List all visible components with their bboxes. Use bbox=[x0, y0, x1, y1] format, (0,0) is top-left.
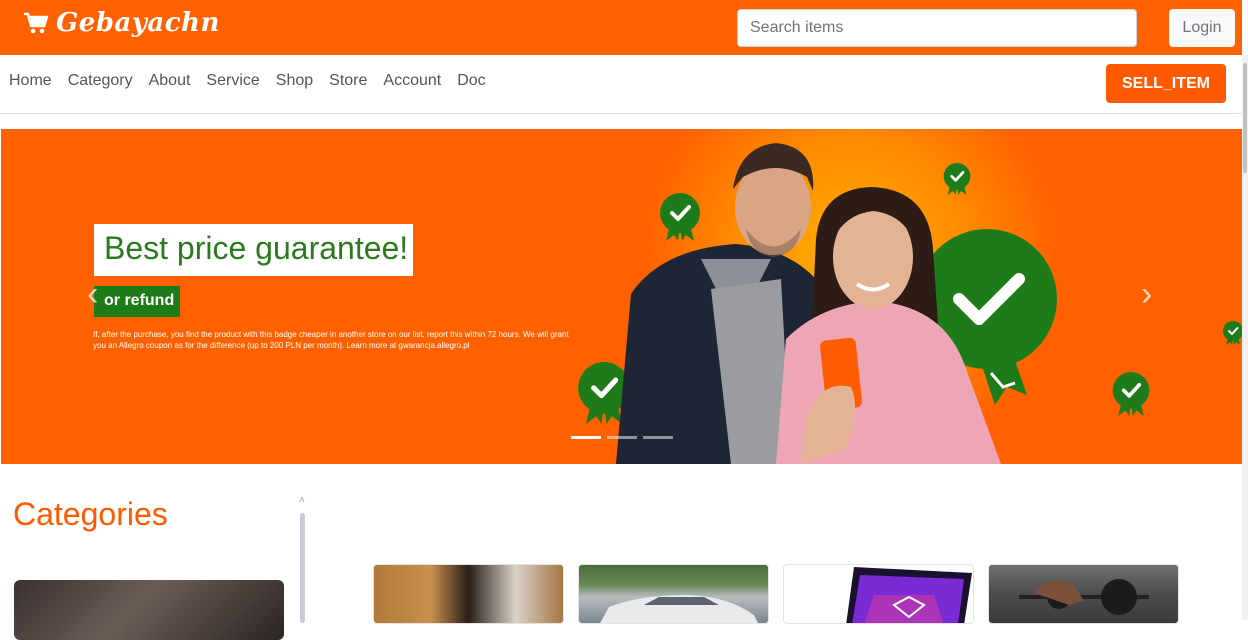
brand-name: Gebayachn bbox=[56, 8, 220, 38]
product-card-image[interactable] bbox=[578, 564, 769, 624]
login-button[interactable]: Login bbox=[1169, 9, 1235, 47]
carousel-indicator-3[interactable] bbox=[643, 436, 673, 439]
nav-link-account[interactable]: Account bbox=[383, 72, 441, 90]
carousel-indicator-1[interactable] bbox=[571, 436, 601, 439]
product-card-image[interactable] bbox=[783, 564, 974, 624]
category-card[interactable] bbox=[14, 580, 284, 640]
nav-link-about[interactable]: About bbox=[149, 72, 191, 90]
brand-logo[interactable]: Gebayachn bbox=[22, 8, 220, 38]
cart-icon bbox=[22, 9, 50, 37]
banner-people-image bbox=[616, 143, 1001, 464]
categories-heading: Categories bbox=[13, 496, 168, 532]
product-card-image[interactable] bbox=[988, 564, 1179, 624]
fitness-image bbox=[1019, 579, 1149, 615]
nav-links: Home Category About Service Shop Store A… bbox=[9, 72, 502, 90]
search-input[interactable] bbox=[737, 9, 1137, 47]
banner-subhead: or refund bbox=[94, 286, 180, 317]
laptop-image bbox=[846, 567, 972, 623]
nav-link-category[interactable]: Category bbox=[68, 72, 133, 90]
nav-link-doc[interactable]: Doc bbox=[457, 72, 485, 90]
check-badge-icon bbox=[1112, 372, 1150, 416]
carousel-indicator-2[interactable] bbox=[607, 436, 637, 439]
page-scrollbar-thumb[interactable] bbox=[1243, 63, 1247, 173]
banner-headline: Best price guarantee! bbox=[94, 224, 413, 276]
carousel-next-icon[interactable]: › bbox=[1141, 275, 1152, 314]
top-header: Gebayachn Login bbox=[0, 0, 1242, 55]
product-card-image[interactable] bbox=[373, 564, 564, 624]
categories-scrollbar-thumb[interactable] bbox=[300, 513, 305, 623]
carousel-prev-icon[interactable]: ‹ bbox=[87, 275, 98, 314]
scroll-up-arrow-icon[interactable]: ˄ bbox=[299, 495, 305, 506]
nav-link-store[interactable]: Store bbox=[329, 72, 367, 90]
categories-scrollbar[interactable]: ˄ bbox=[299, 495, 307, 623]
banner-fine-print: If, after the purchase, you find the pro… bbox=[93, 330, 569, 350]
sell-item-button[interactable]: SELL_ITEM bbox=[1106, 64, 1226, 103]
nav-link-home[interactable]: Home bbox=[9, 72, 52, 90]
hero-carousel: Best price guarantee! or refund If, afte… bbox=[1, 129, 1242, 464]
page-scrollbar[interactable] bbox=[1242, 55, 1248, 620]
nav-link-service[interactable]: Service bbox=[206, 72, 259, 90]
check-badge-icon bbox=[1223, 321, 1242, 345]
main-navbar: Home Category About Service Shop Store A… bbox=[0, 55, 1242, 114]
nav-link-shop[interactable]: Shop bbox=[276, 72, 313, 90]
car-image bbox=[600, 595, 758, 623]
carousel-indicators bbox=[571, 436, 679, 439]
